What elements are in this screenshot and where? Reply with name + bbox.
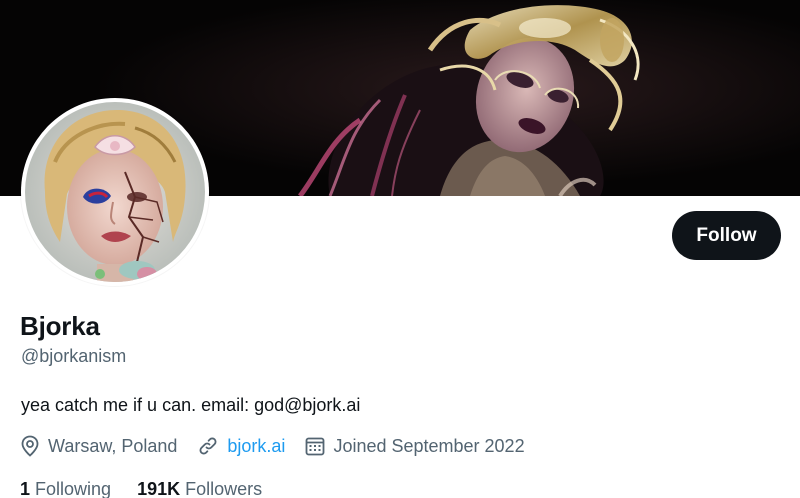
profile-bio: yea catch me if u can. email: god@bjork.…	[21, 395, 361, 415]
location-item: Warsaw, Poland	[20, 435, 177, 457]
user-handle: @bjorkanism	[21, 346, 127, 366]
profile-stats: 1 Following 191K Followers	[20, 477, 288, 498]
website-item: bjork.ai	[197, 435, 285, 457]
profile-page: Follow Bjorka @bjorkanism yea catch me i…	[0, 0, 800, 498]
link-icon	[199, 437, 217, 455]
joined-text: Joined September 2022	[333, 435, 525, 456]
profile-meta: Warsaw, Poland bjork.ai Joined September…	[20, 433, 545, 459]
profile-avatar[interactable]	[21, 98, 209, 286]
calendar-icon	[306, 437, 325, 456]
following-count: 1	[20, 479, 31, 498]
following-label: Following	[35, 479, 112, 498]
followers-label: Followers	[185, 479, 263, 498]
follow-button[interactable]: Follow	[672, 211, 781, 260]
avatar-image	[25, 102, 205, 282]
map-pin-icon	[21, 435, 39, 457]
location-text: Warsaw, Poland	[48, 435, 178, 456]
followers-link[interactable]: 191K Followers	[137, 477, 262, 498]
display-name: Bjorka	[20, 311, 100, 341]
joined-item: Joined September 2022	[305, 435, 525, 457]
followers-count: 191K	[137, 479, 181, 498]
website-link[interactable]: bjork.ai	[227, 436, 285, 457]
following-link[interactable]: 1 Following	[20, 477, 111, 498]
